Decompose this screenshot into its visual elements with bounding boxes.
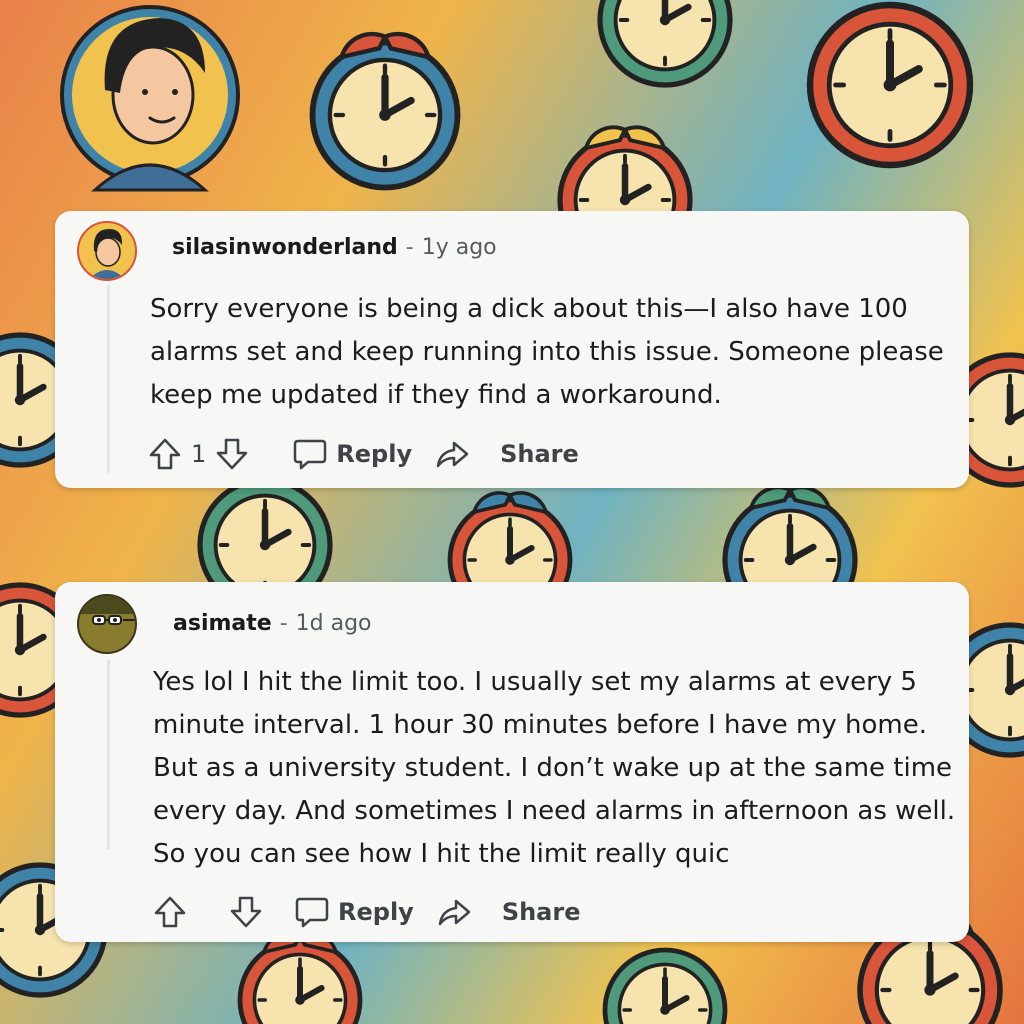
downvote-button[interactable] [228,894,264,930]
downvote-button[interactable] [214,436,250,472]
vote-score: 1 [191,440,207,468]
comment-body: Sorry everyone is being a dick about thi… [150,288,944,417]
arrow-up-icon [154,896,186,928]
reply-label: Reply [338,898,414,926]
portrait-illustration [60,5,240,192]
share-button[interactable]: Share [436,894,581,930]
speech-bubble-icon [294,439,327,470]
arrow-down-icon [217,438,248,470]
reply-button[interactable]: Reply [294,894,414,930]
comment-meta: asimate - 1d ago [173,611,372,636]
comment-meta: silasinwonderland - 1y ago [172,235,497,260]
comment-text-line: minute interval. 1 hour 30 minutes befor… [153,710,927,740]
comment-actions: Reply Share [152,894,581,930]
comment-text-line: Yes lol I hit the limit too. I usually s… [153,667,917,697]
timestamp: 1d ago [295,611,372,636]
reply-label: Reply [336,440,413,468]
comment-card: silasinwonderland - 1y ago Sorry everyon… [55,211,969,488]
comment-text-line: But as a university student. I don’t wak… [153,753,953,783]
avatar[interactable] [77,221,137,281]
share-button[interactable]: Share [434,436,579,472]
timestamp: 1y ago [421,235,497,260]
avatar[interactable] [77,594,137,654]
share-arrow-icon [438,899,471,926]
upvote-button[interactable] [147,436,183,472]
thread-line [107,285,110,473]
meta-separator: - [279,611,288,636]
comment-text-line: every day. And sometimes I need alarms i… [153,796,956,826]
share-label: Share [501,898,581,926]
user-avatar-icon [89,229,125,279]
arrow-up-icon [149,438,181,470]
comment-actions: 1 Reply Share [147,436,579,472]
thread-line [107,660,110,850]
share-arrow-icon [436,441,469,468]
reply-button[interactable]: Reply [292,436,412,472]
comment-card: asimate - 1d ago Yes lol I hit the limit… [55,582,969,942]
comment-text-line-truncated: So you can see how I hit the limit reall… [153,833,955,876]
comment-body: Yes lol I hit the limit too. I usually s… [153,661,955,876]
upvote-button[interactable] [152,894,188,930]
speech-bubble-icon [295,897,329,928]
arrow-down-icon [230,896,262,928]
comment-text-line: Sorry everyone is being a dick about thi… [150,294,908,324]
share-label: Share [500,440,579,468]
user-avatar-icon [79,596,135,625]
username-link[interactable]: silasinwonderland [172,235,398,260]
username-link[interactable]: asimate [173,611,272,636]
meta-separator: - [405,235,414,260]
comment-text-line: keep me updated if they find a workaroun… [150,380,722,410]
comment-text-line: alarms set and keep running into this is… [150,337,944,367]
